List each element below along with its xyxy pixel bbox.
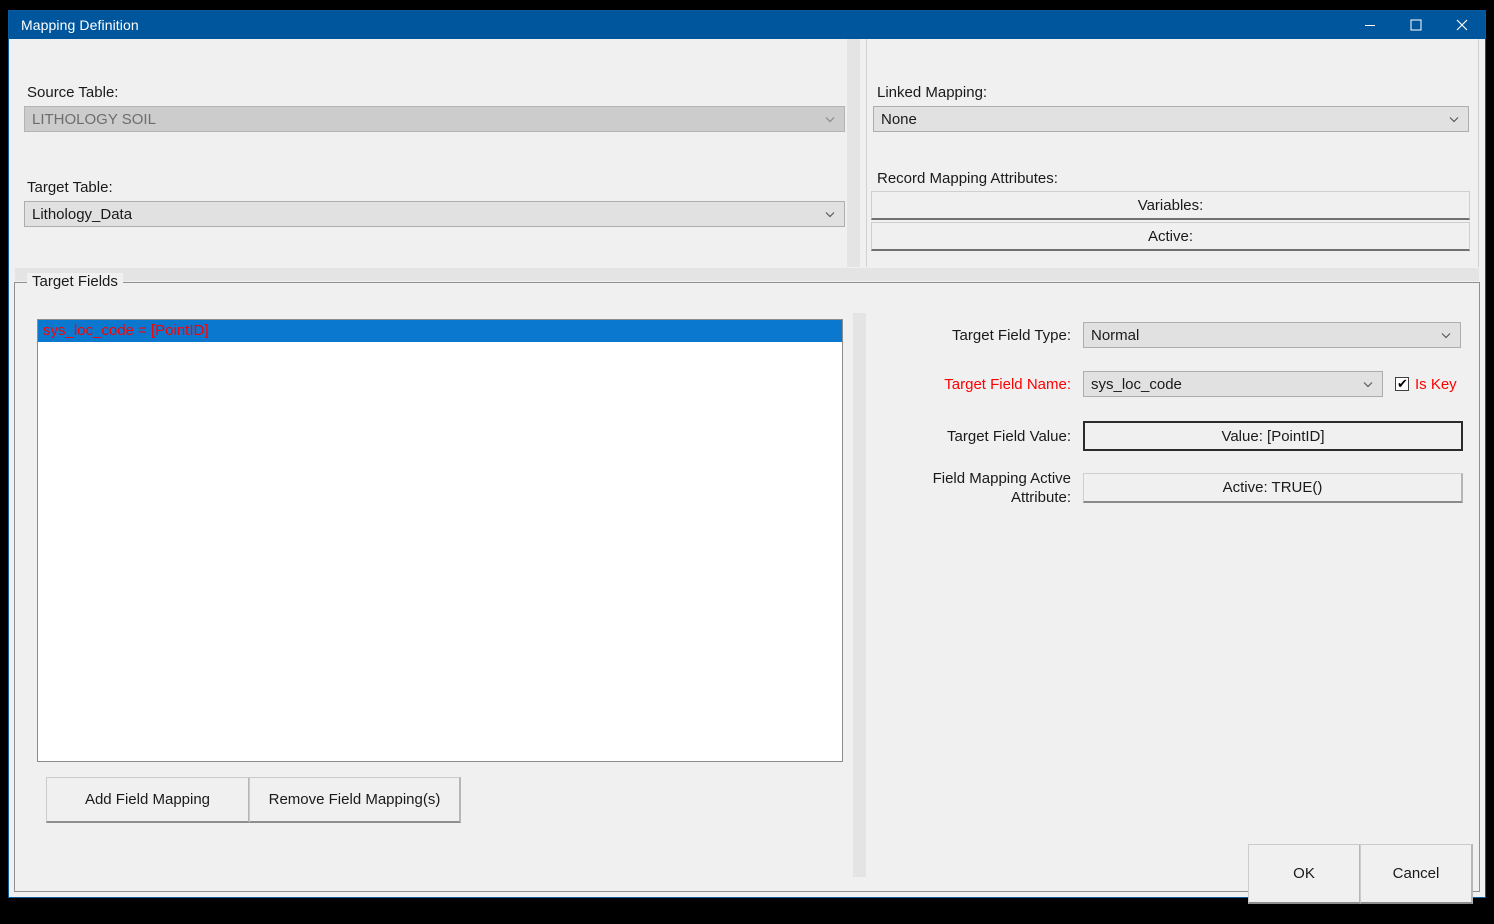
field-mapping-active-label-line2: Attribute: <box>1010 489 1071 506</box>
dialog-footer: OK Cancel <box>9 839 1485 904</box>
target-field-type-combo[interactable]: Normal <box>1083 322 1461 348</box>
field-mapping-active-label: Field Mapping Active Attribute: <box>871 469 1071 507</box>
top-region: Source Table: LITHOLOGY SOIL Target Tabl… <box>9 39 1485 267</box>
top-vertical-splitter[interactable] <box>847 39 860 267</box>
field-mapping-active-button-label: Active: TRUE() <box>1222 479 1323 496</box>
is-key-checkbox-wrap[interactable]: ✔ Is Key <box>1395 376 1457 393</box>
variables-button[interactable]: Variables: <box>871 191 1470 220</box>
maximize-button[interactable] <box>1393 11 1439 39</box>
target-field-value-label: Target Field Value: <box>947 427 1071 445</box>
active-attribute-button-label: Active: <box>1147 227 1193 245</box>
dialog-client-area: Source Table: LITHOLOGY SOIL Target Tabl… <box>9 39 1485 904</box>
mapping-definition-dialog: Mapping Definition Source Table: LITHOLO… <box>8 10 1486 904</box>
field-mapping-active-row: Field Mapping Active Attribute: Active: … <box>871 469 1477 507</box>
field-mapping-actions: Add Field Mapping Remove Field Mapping(s… <box>46 777 461 823</box>
target-table-label: Target Table: <box>27 179 113 196</box>
field-mapping-active-label-line1: Field Mapping Active <box>932 470 1071 487</box>
horizontal-splitter[interactable] <box>15 268 1479 281</box>
target-field-value-row: Target Field Value: Value: [PointID] <box>871 421 1477 451</box>
chevron-down-icon <box>824 113 836 125</box>
is-key-label: Is Key <box>1415 375 1457 393</box>
ok-button-label: OK <box>1293 865 1315 882</box>
active-attribute-button[interactable]: Active: <box>871 222 1470 251</box>
target-field-name-row: Target Field Name: sys_loc_code ✔ Is Key <box>871 371 1477 397</box>
minimize-icon <box>1365 25 1375 26</box>
target-field-type-row: Target Field Type: Normal <box>871 322 1477 348</box>
check-icon: ✔ <box>1397 376 1408 391</box>
linked-mapping-panel: Linked Mapping: None Record Mapping Attr… <box>866 39 1479 267</box>
target-table-value: Lithology_Data <box>32 205 133 223</box>
field-detail-panel: Target Field Type: Normal Target Field N… <box>871 311 1477 887</box>
target-table-combo[interactable]: Lithology_Data <box>24 201 845 227</box>
target-fields-vertical-splitter[interactable] <box>853 313 866 877</box>
minimize-button[interactable] <box>1347 11 1393 39</box>
is-key-checkbox[interactable]: ✔ <box>1395 377 1409 391</box>
chevron-down-icon <box>1448 113 1460 125</box>
target-field-name-value: sys_loc_code <box>1091 375 1182 393</box>
footer-buttons: OK Cancel <box>1248 844 1473 904</box>
maximize-icon <box>1410 19 1422 31</box>
target-field-name-label: Target Field Name: <box>944 375 1071 393</box>
target-field-type-label: Target Field Type: <box>952 326 1071 344</box>
record-mapping-attributes-label: Record Mapping Attributes: <box>877 170 1058 187</box>
field-mappings-listbox[interactable]: sys_loc_code = [PointID] <box>37 319 843 762</box>
target-field-value-button-label: Value: [PointID] <box>1221 427 1325 445</box>
linked-mapping-label: Linked Mapping: <box>877 84 988 101</box>
field-mappings-panel: sys_loc_code = [PointID] Add Field Mappi… <box>37 319 847 879</box>
target-field-value-button[interactable]: Value: [PointID] <box>1083 421 1463 451</box>
source-table-label: Source Table: <box>27 84 119 101</box>
target-field-name-combo[interactable]: sys_loc_code <box>1083 371 1383 397</box>
field-mapping-active-button[interactable]: Active: TRUE() <box>1083 473 1463 503</box>
window-controls <box>1347 11 1485 39</box>
linked-mapping-value: None <box>881 110 917 128</box>
remove-field-mapping-label: Remove Field Mapping(s) <box>268 791 441 808</box>
linked-mapping-combo[interactable]: None <box>873 106 1469 132</box>
close-button[interactable] <box>1439 11 1485 39</box>
remove-field-mapping-button[interactable]: Remove Field Mapping(s) <box>249 777 461 823</box>
chevron-down-icon <box>1440 329 1452 341</box>
ok-button[interactable]: OK <box>1248 844 1361 904</box>
chevron-down-icon <box>824 208 836 220</box>
variables-button-label: Variables: <box>1137 196 1204 214</box>
add-field-mapping-button[interactable]: Add Field Mapping <box>46 777 250 823</box>
source-table-combo[interactable]: LITHOLOGY SOIL <box>24 106 845 132</box>
cancel-button-label: Cancel <box>1392 865 1440 882</box>
add-field-mapping-label: Add Field Mapping <box>84 791 211 808</box>
close-icon <box>1456 19 1468 31</box>
target-field-type-value: Normal <box>1091 326 1140 344</box>
window-title: Mapping Definition <box>21 17 139 33</box>
source-table-value: LITHOLOGY SOIL <box>32 110 156 128</box>
target-fields-groupbox: Target Fields sys_loc_code = [PointID] A… <box>14 273 1480 892</box>
list-item[interactable]: sys_loc_code = [PointID] <box>38 320 842 342</box>
chevron-down-icon <box>1362 378 1374 390</box>
source-target-panel: Source Table: LITHOLOGY SOIL Target Tabl… <box>15 39 847 267</box>
cancel-button[interactable]: Cancel <box>1360 844 1473 904</box>
window-titlebar[interactable]: Mapping Definition <box>9 11 1485 39</box>
